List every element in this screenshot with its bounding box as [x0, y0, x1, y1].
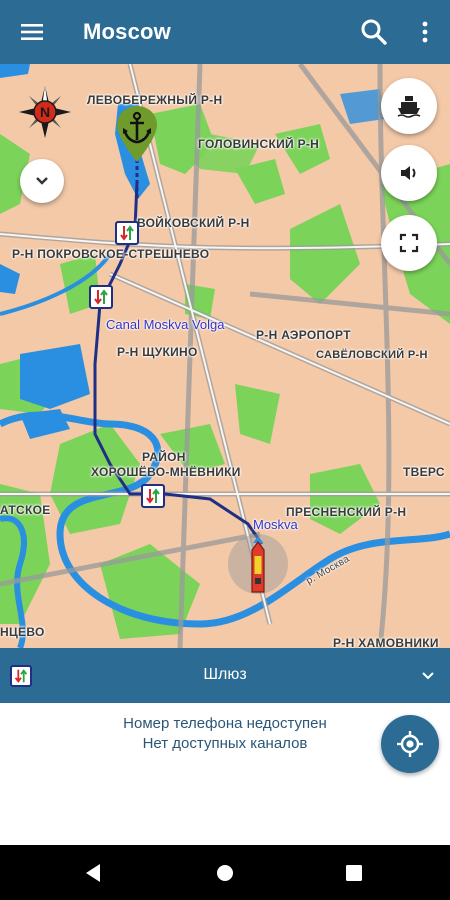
- lock-marker[interactable]: [115, 221, 139, 245]
- lock-icon: [94, 289, 108, 305]
- label-pokrovskoe: Р-Н ПОКРОВСКОЕ-СТРЕШНЕВО: [12, 247, 210, 261]
- anchor-marker-icon[interactable]: [115, 104, 159, 164]
- label-presnensky: ПРЕСНЕНСКИЙ Р-Н: [286, 505, 407, 519]
- lock-icon: [120, 225, 134, 241]
- label-rayon: РАЙОН: [142, 450, 186, 464]
- label-khoroshevo: ХОРОШЁВО-МНЁВНИКИ: [91, 465, 241, 479]
- label-aeroport: Р-Н АЭРОПОРТ: [256, 328, 351, 342]
- lock-marker[interactable]: [89, 285, 113, 309]
- lock-icon: [146, 488, 160, 504]
- search-icon[interactable]: [356, 14, 392, 50]
- fullscreen-button[interactable]: [381, 215, 437, 271]
- ship-icon: [397, 96, 421, 118]
- map-view[interactable]: ЛЕВОБЕРЕЖНЫЙ Р-Н ГОЛОВИНСКИЙ Р-Н ВОЙКОВС…: [0, 64, 450, 648]
- label-canal: Canal Moskva Volga: [106, 317, 225, 332]
- label-golovinsky: ГОЛОВИНСКИЙ Р-Н: [198, 137, 320, 151]
- sound-button[interactable]: [381, 145, 437, 201]
- home-icon[interactable]: [211, 859, 239, 887]
- chevron-down-icon: [36, 177, 48, 185]
- my-location-button[interactable]: [381, 715, 439, 773]
- menu-icon[interactable]: [14, 16, 50, 48]
- fullscreen-icon: [399, 233, 419, 253]
- my-location-icon: [397, 731, 423, 757]
- app-bar: Moscow: [0, 0, 450, 64]
- panel-title: Шлюз: [203, 666, 247, 683]
- label-voykovsky: ВОЙКОВСКИЙ Р-Н: [137, 216, 250, 230]
- system-nav-bar: [0, 845, 450, 900]
- recents-icon[interactable]: [340, 859, 368, 887]
- app-title: Moscow: [83, 19, 171, 44]
- label-shchukino: Р-Н ЩУКИНО: [117, 345, 198, 359]
- chevron-down-icon[interactable]: [418, 666, 438, 686]
- lock-marker[interactable]: [141, 484, 165, 508]
- more-vert-icon[interactable]: [410, 14, 440, 50]
- ship-button[interactable]: [381, 78, 437, 134]
- label-savelovsky: САВЁЛОВСКИЙ Р-Н: [316, 349, 428, 361]
- info-panel-header[interactable]: Шлюз: [0, 648, 450, 703]
- svg-text:N: N: [40, 104, 50, 120]
- label-matskoe: АТСКОЕ: [0, 503, 51, 517]
- collapse-button[interactable]: [20, 159, 64, 203]
- boat-position-icon[interactable]: [226, 530, 292, 600]
- compass-rose-icon[interactable]: N: [17, 84, 73, 140]
- label-tverskoy: ТВЕРС: [403, 465, 445, 479]
- label-ntsevo: НЦЕВО: [0, 625, 45, 639]
- label-khamovniki: Р-Н ХАМОВНИКИ: [333, 636, 439, 648]
- volume-icon: [401, 166, 416, 180]
- back-icon[interactable]: [80, 859, 108, 887]
